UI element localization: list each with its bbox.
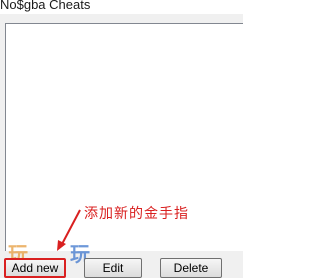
- title-bar: No$gba Cheats: [0, 0, 243, 14]
- edit-button[interactable]: Edit: [84, 258, 142, 278]
- window-title: No$gba Cheats: [0, 0, 91, 12]
- cheats-window: No$gba Cheats 玩 玩 添加新的金手指 Add new Edit D…: [0, 0, 243, 278]
- add-new-button[interactable]: Add new: [4, 258, 66, 278]
- annotation-label: 添加新的金手指: [84, 206, 189, 222]
- delete-button[interactable]: Delete: [160, 258, 222, 278]
- annotation-arrow-icon: [57, 209, 81, 251]
